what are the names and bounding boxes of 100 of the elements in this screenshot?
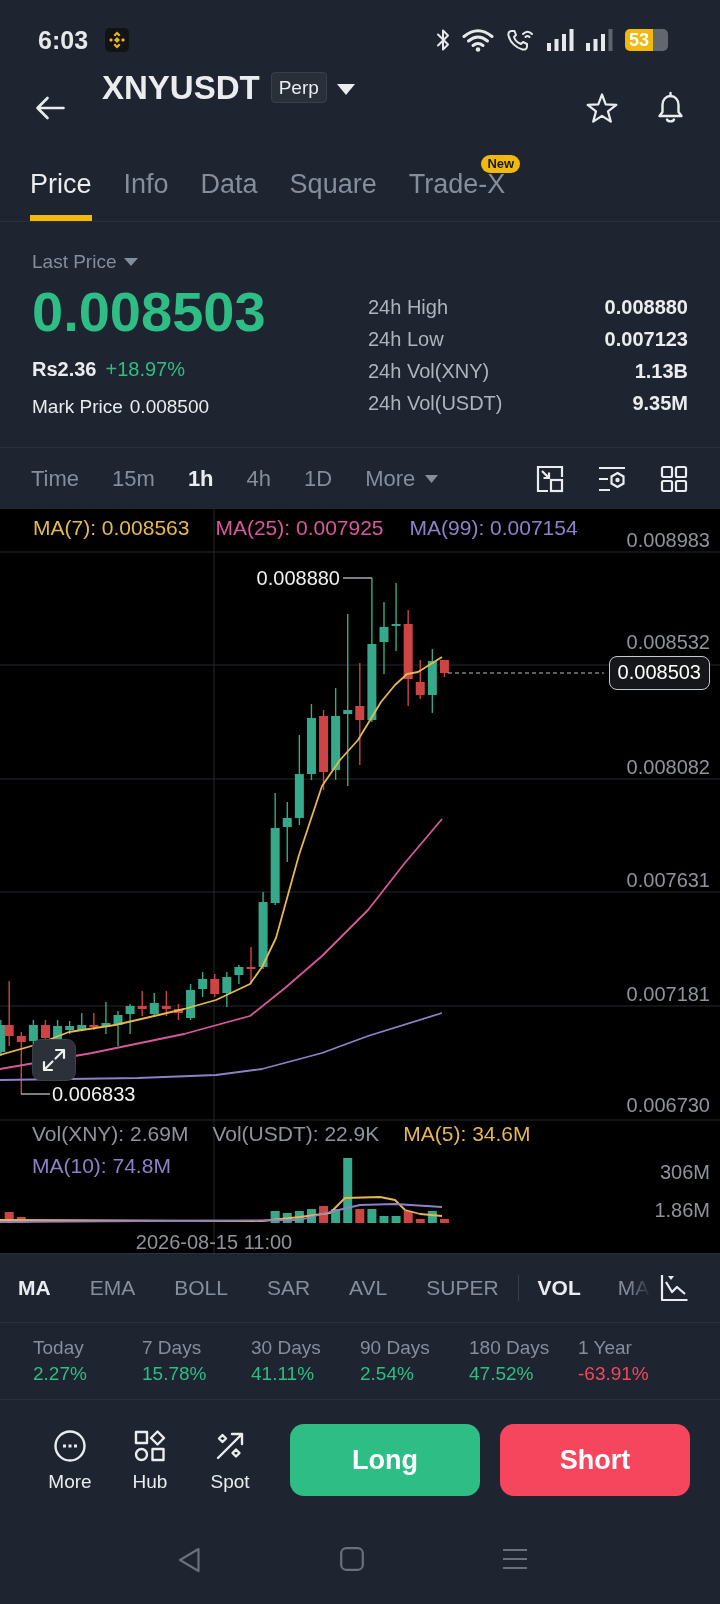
candlestick [427, 648, 437, 714]
window-arrow-icon[interactable] [536, 464, 564, 493]
tab[interactable]: Price [30, 146, 92, 221]
more-intervals-button[interactable]: More [365, 464, 439, 493]
candlestick [391, 582, 401, 652]
bluetooth-icon [436, 28, 450, 52]
high-price-label: 0.008880 [256, 566, 340, 590]
toolbar-button[interactable]: Spot [195, 1424, 265, 1493]
candlestick [77, 1012, 87, 1032]
period-label: 1 Year [578, 1336, 632, 1360]
short-button[interactable]: Short [500, 1424, 690, 1496]
pair-symbol[interactable]: XNYUSDT [102, 69, 260, 107]
toolbar-button[interactable]: Hub [115, 1424, 185, 1493]
current-price-label: 0.008503 [608, 656, 710, 690]
candlestick [439, 659, 449, 678]
indicator-tab[interactable]: BOLL [174, 1275, 228, 1301]
indicator-legend: MA(25): 0.007925 [215, 516, 384, 552]
candlestick [234, 964, 244, 985]
star-icon[interactable] [586, 93, 618, 123]
tab[interactable]: Info [123, 146, 169, 221]
axis-label: 306M [659, 1160, 710, 1184]
interval-tab[interactable]: 4h [246, 464, 272, 493]
tab[interactable]: Trade-X New [408, 146, 521, 221]
interval-tab[interactable]: 1h [187, 464, 214, 493]
candlestick [28, 1019, 38, 1046]
candlestick [149, 992, 159, 1017]
period-label: 7 Days [142, 1336, 202, 1360]
price-change: +18.97% [105, 357, 185, 382]
return-value: 41.11% [251, 1362, 315, 1386]
indicator-tab[interactable]: MA [18, 1275, 51, 1301]
fiat-price: Rs2.36 [32, 357, 97, 382]
period-label: Today [33, 1336, 84, 1360]
axis-label: 0.006730 [626, 1093, 710, 1117]
long-button[interactable]: Long [290, 1424, 480, 1496]
indicator-tab[interactable]: EMA [89, 1275, 136, 1301]
volume-bar [319, 1206, 329, 1223]
period-label: 90 Days [360, 1336, 430, 1360]
home-icon[interactable] [340, 1547, 364, 1571]
caret-icon [124, 258, 139, 266]
indicator-tab[interactable]: AVL [349, 1275, 388, 1301]
new-badge: New [481, 155, 521, 173]
contract-tag: Perp [270, 72, 327, 103]
indicator-tab[interactable]: MA [617, 1275, 650, 1301]
candlestick [89, 1012, 99, 1031]
toolbar-button[interactable]: More [35, 1424, 105, 1493]
indicator-legend: MA(7): 0.008563 [33, 516, 190, 552]
tab[interactable]: Data [200, 146, 258, 221]
diamond-logo-icon [105, 28, 130, 52]
leader-line [20, 1093, 51, 1095]
volume-bar [331, 1209, 341, 1223]
candlestick [65, 1020, 75, 1035]
tab[interactable]: Square [289, 146, 377, 221]
return-value: 2.27% [33, 1362, 87, 1386]
volume-legend: MA(10): 74.8M [32, 1154, 171, 1178]
return-value: 15.78% [142, 1362, 207, 1386]
volume-bar [415, 1219, 425, 1223]
low-price-label: 0.006833 [52, 1082, 136, 1106]
axis-label: 0.007631 [626, 868, 710, 892]
stat-value: 9.35M [632, 391, 688, 416]
stat-label: 24h High [368, 295, 449, 320]
indicator-tab[interactable]: SAR [266, 1275, 311, 1301]
volume-bar [294, 1211, 304, 1223]
indicator-tab[interactable]: SUPER [426, 1275, 499, 1301]
volume-bar [343, 1158, 353, 1223]
indicator-legend: MA(99): 0.007154 [409, 516, 578, 552]
wifi-calling-icon [506, 28, 535, 52]
wifi-icon [462, 28, 494, 52]
price-type-selector[interactable]: Last Price [32, 250, 139, 274]
last-price: 0.008503 [32, 282, 266, 342]
grid-icon[interactable] [660, 464, 688, 493]
candlestick [16, 1031, 26, 1095]
expand-button[interactable] [32, 1039, 76, 1081]
period-label: 180 Days [469, 1336, 550, 1360]
return-value: 47.52% [469, 1362, 534, 1386]
line-chart-icon[interactable] [660, 1274, 688, 1302]
indicator-tab[interactable]: VOL [537, 1275, 581, 1301]
candlestick [246, 946, 256, 985]
volume-bar [379, 1216, 389, 1223]
caret-icon[interactable] [336, 84, 355, 95]
candlestick [137, 990, 147, 1017]
bell-icon[interactable] [655, 91, 686, 124]
volume-bar [367, 1209, 377, 1223]
candlestick [101, 1001, 111, 1035]
clock-time: 6:03 [38, 25, 89, 55]
interval-tab[interactable]: 15m [112, 464, 155, 493]
stat-label: 24h Vol(XNY) [368, 359, 490, 384]
volume-bar [355, 1209, 365, 1223]
axis-label: 0.008082 [626, 755, 710, 779]
axis-label: 1.86M [654, 1198, 710, 1222]
candlestick [222, 971, 232, 1008]
volume-legend: Vol(XNY): 2.69M [32, 1122, 189, 1146]
volume-bar [439, 1219, 449, 1223]
mark-price-value: 0.008500 [129, 395, 210, 419]
volume-bar [282, 1213, 292, 1223]
settings-icon[interactable] [598, 464, 626, 493]
interval-tab[interactable]: 1D [304, 464, 333, 493]
interval-tab[interactable]: Time [31, 464, 80, 493]
menu-icon[interactable] [503, 1548, 527, 1570]
period-label: 30 Days [251, 1336, 321, 1360]
time-label: 2026-08-15 11:00 [135, 1231, 293, 1253]
